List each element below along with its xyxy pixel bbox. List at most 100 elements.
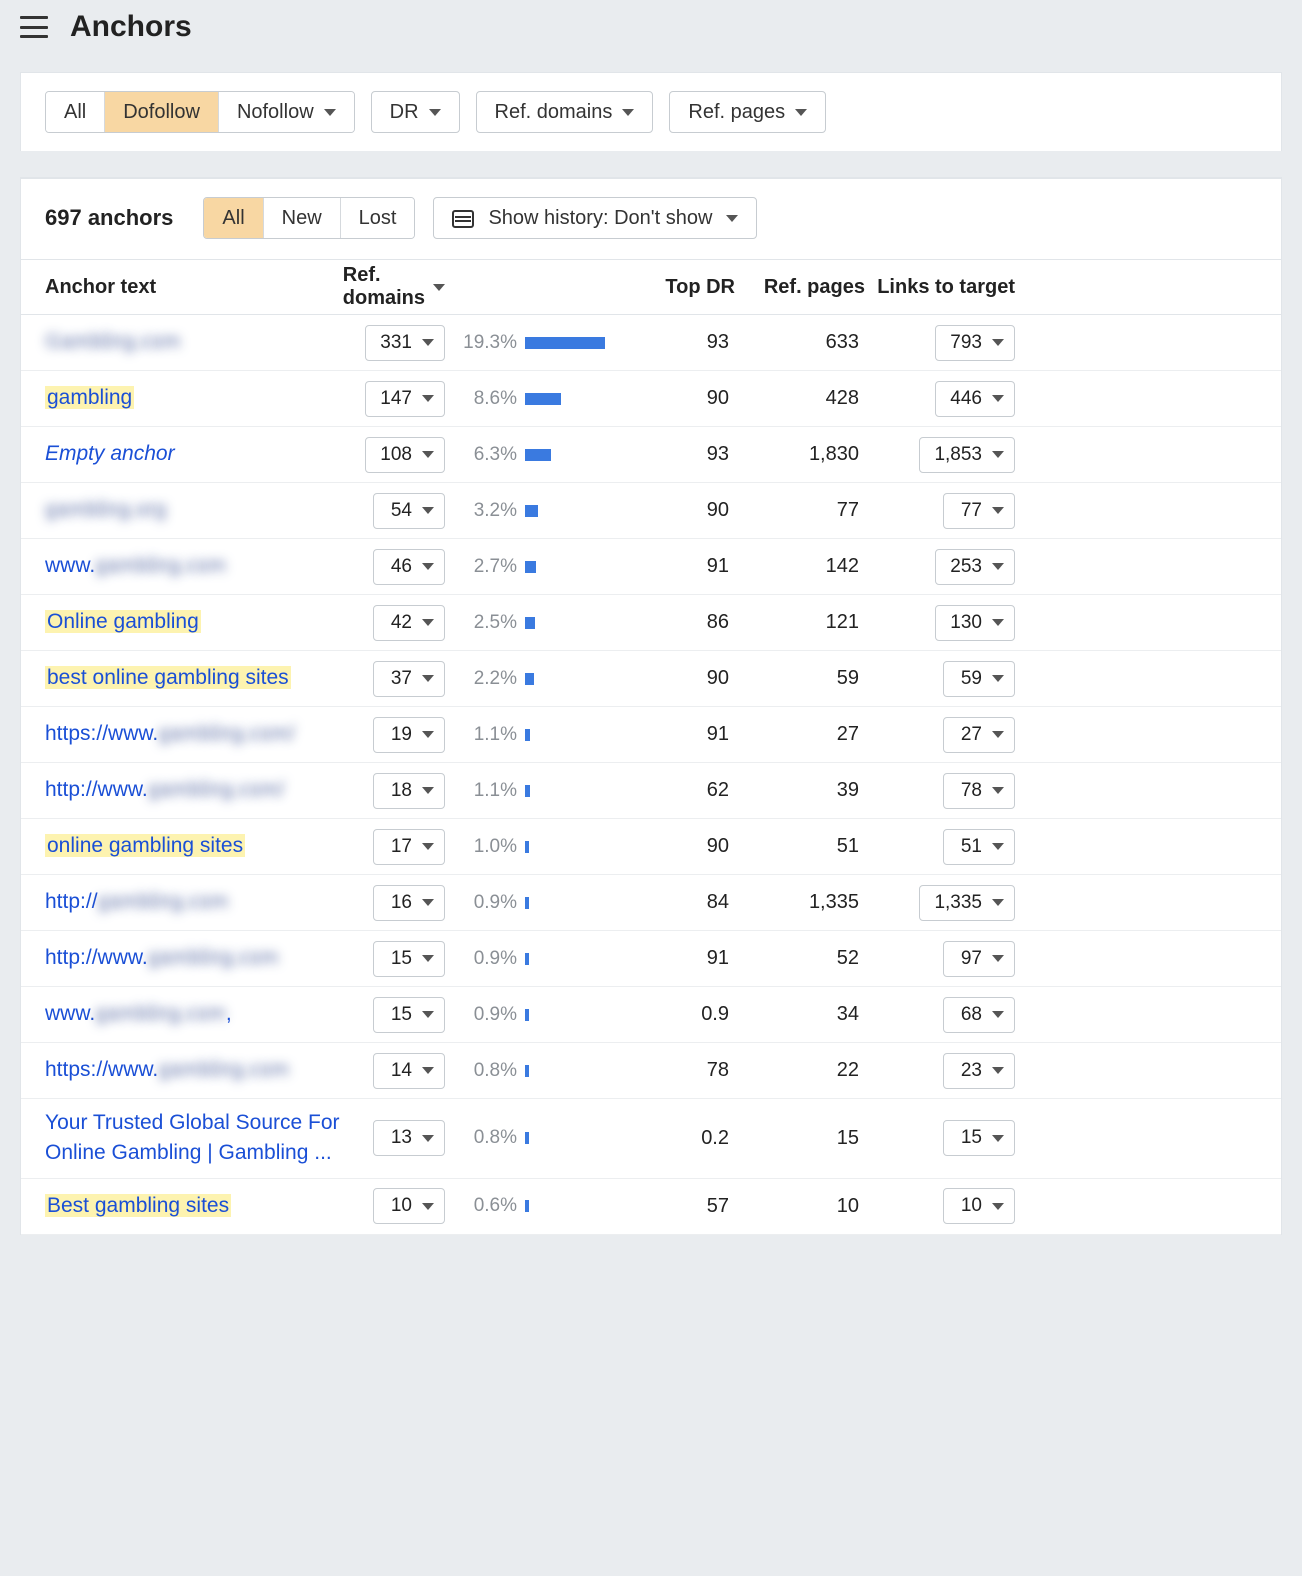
group-new-button[interactable]: New	[263, 198, 340, 238]
links-value: 15	[961, 1127, 982, 1149]
links-dropdown[interactable]: 446	[935, 381, 1015, 417]
links-dropdown[interactable]: 130	[935, 605, 1015, 641]
table-row: Online gambling422.5%86121130	[21, 595, 1281, 651]
refdomains-dropdown[interactable]: 18	[373, 773, 445, 809]
chevron-down-icon	[422, 339, 434, 346]
chevron-down-icon	[422, 563, 434, 570]
refdomains-dropdown[interactable]: 42	[373, 605, 445, 641]
links-dropdown[interactable]: 68	[943, 997, 1015, 1033]
links-value: 97	[961, 948, 982, 970]
col-links[interactable]: Links to target	[865, 276, 1015, 299]
links-dropdown[interactable]: 1,335	[919, 885, 1015, 921]
refdomains-dropdown[interactable]: 54	[373, 493, 445, 529]
links-dropdown[interactable]: 10	[943, 1188, 1015, 1224]
refpages-value: 59	[735, 667, 865, 690]
anchor-text[interactable]: online gambling sites	[45, 834, 245, 857]
refdomains-dropdown[interactable]: 10	[373, 1188, 445, 1224]
dr-filter-dropdown[interactable]: DR	[371, 91, 460, 133]
anchor-text[interactable]: Your Trusted Global Source For Online Ga…	[45, 1111, 340, 1164]
refdomains-bar	[525, 1200, 625, 1212]
links-cell: 59	[865, 661, 1015, 697]
refdomains-dropdown[interactable]: 16	[373, 885, 445, 921]
refdomains-dropdown[interactable]: 15	[373, 941, 445, 977]
anchor-text[interactable]: Empty anchor	[45, 442, 175, 465]
topdr-value: 57	[625, 1195, 735, 1218]
topdr-value: 91	[625, 947, 735, 970]
anchor-text[interactable]: http://www.gambling.com	[45, 946, 278, 969]
refdomains-dropdown[interactable]: 15	[373, 997, 445, 1033]
group-all-button[interactable]: All	[204, 198, 262, 238]
topdr-value: 62	[625, 779, 735, 802]
table-row: best online gambling sites372.2%905959	[21, 651, 1281, 707]
refdomains-bar	[525, 393, 625, 405]
chevron-down-icon	[422, 843, 434, 850]
links-dropdown[interactable]: 97	[943, 941, 1015, 977]
table-toolbar: 697 anchors All New Lost Show history: D…	[21, 178, 1281, 259]
refpages-value: 27	[735, 723, 865, 746]
links-dropdown[interactable]: 51	[943, 829, 1015, 865]
links-dropdown[interactable]: 253	[935, 549, 1015, 585]
table-row: http://www.gambling.com150.9%915297	[21, 931, 1281, 987]
anchor-text[interactable]: Online gambling	[45, 610, 201, 633]
menu-icon[interactable]	[20, 16, 48, 38]
anchor-text[interactable]: Gambling.com	[45, 330, 180, 353]
follow-all-button[interactable]: All	[46, 92, 104, 132]
links-dropdown[interactable]: 793	[935, 325, 1015, 361]
anchor-text[interactable]: www.gambling.com	[45, 554, 226, 577]
col-refdomains[interactable]: Ref. domains	[345, 264, 445, 310]
topdr-value: 78	[625, 1059, 735, 1082]
refdomains-dropdown[interactable]: 13	[373, 1120, 445, 1156]
follow-dofollow-button[interactable]: Dofollow	[104, 92, 218, 132]
history-dropdown[interactable]: Show history: Don't show	[433, 197, 757, 239]
refdomains-pct: 0.8%	[445, 1127, 525, 1149]
refdomains-dropdown[interactable]: 46	[373, 549, 445, 585]
refdomains-dropdown[interactable]: 108	[365, 437, 445, 473]
anchor-text[interactable]: https://www.gambling.com/	[45, 722, 295, 745]
links-dropdown[interactable]: 27	[943, 717, 1015, 753]
links-dropdown[interactable]: 1,853	[919, 437, 1015, 473]
refdomains-dropdown[interactable]: 147	[365, 381, 445, 417]
anchors-count: 697 anchors	[45, 205, 173, 231]
table-row: Empty anchor1086.3%931,8301,853	[21, 427, 1281, 483]
refdomains-value: 13	[391, 1127, 412, 1149]
col-anchor[interactable]: Anchor text	[45, 276, 345, 299]
links-dropdown[interactable]: 78	[943, 773, 1015, 809]
refdomains-value: 15	[391, 948, 412, 970]
refdomains-dropdown[interactable]: 14	[373, 1053, 445, 1089]
refdomains-dropdown[interactable]: 37	[373, 661, 445, 697]
anchor-text[interactable]: best online gambling sites	[45, 666, 291, 689]
anchor-text[interactable]: http://gambling.com	[45, 890, 228, 913]
refdomains-bar	[525, 785, 625, 797]
refpages-filter-dropdown[interactable]: Ref. pages	[669, 91, 826, 133]
links-cell: 253	[865, 549, 1015, 585]
col-refdomains-label: Ref. domains	[343, 264, 425, 310]
follow-nofollow-button[interactable]: Nofollow	[218, 92, 354, 132]
refdomains-dropdown[interactable]: 331	[365, 325, 445, 361]
links-value: 793	[950, 332, 982, 354]
links-cell: 23	[865, 1053, 1015, 1089]
anchor-text[interactable]: www.gambling.com,	[45, 1002, 232, 1025]
links-value: 68	[961, 1004, 982, 1026]
group-lost-button[interactable]: Lost	[340, 198, 415, 238]
table-row: Your Trusted Global Source For Online Ga…	[21, 1099, 1281, 1179]
refdomains-dropdown[interactable]: 17	[373, 829, 445, 865]
links-dropdown[interactable]: 23	[943, 1053, 1015, 1089]
anchor-text[interactable]: http://www.gambling.com/	[45, 778, 284, 801]
links-dropdown[interactable]: 77	[943, 493, 1015, 529]
anchor-text[interactable]: gambling	[45, 386, 134, 409]
anchor-cell: Gambling.com	[45, 327, 345, 357]
col-topdr[interactable]: Top DR	[625, 276, 735, 299]
refdomains-filter-dropdown[interactable]: Ref. domains	[476, 91, 654, 133]
anchor-cell: online gambling sites	[45, 831, 345, 861]
refdomains-dropdown[interactable]: 19	[373, 717, 445, 753]
links-dropdown[interactable]: 59	[943, 661, 1015, 697]
refdomains-cell: 331	[345, 325, 445, 361]
col-refpages[interactable]: Ref. pages	[735, 276, 865, 299]
links-cell: 10	[865, 1188, 1015, 1224]
links-cell: 15	[865, 1120, 1015, 1156]
links-dropdown[interactable]: 15	[943, 1120, 1015, 1156]
anchor-text[interactable]: Best gambling sites	[45, 1194, 231, 1217]
anchor-text[interactable]: gambling.org	[45, 498, 166, 521]
anchor-text[interactable]: https://www.gambling.com	[45, 1058, 289, 1081]
anchor-cell: www.gambling.com,	[45, 999, 345, 1029]
